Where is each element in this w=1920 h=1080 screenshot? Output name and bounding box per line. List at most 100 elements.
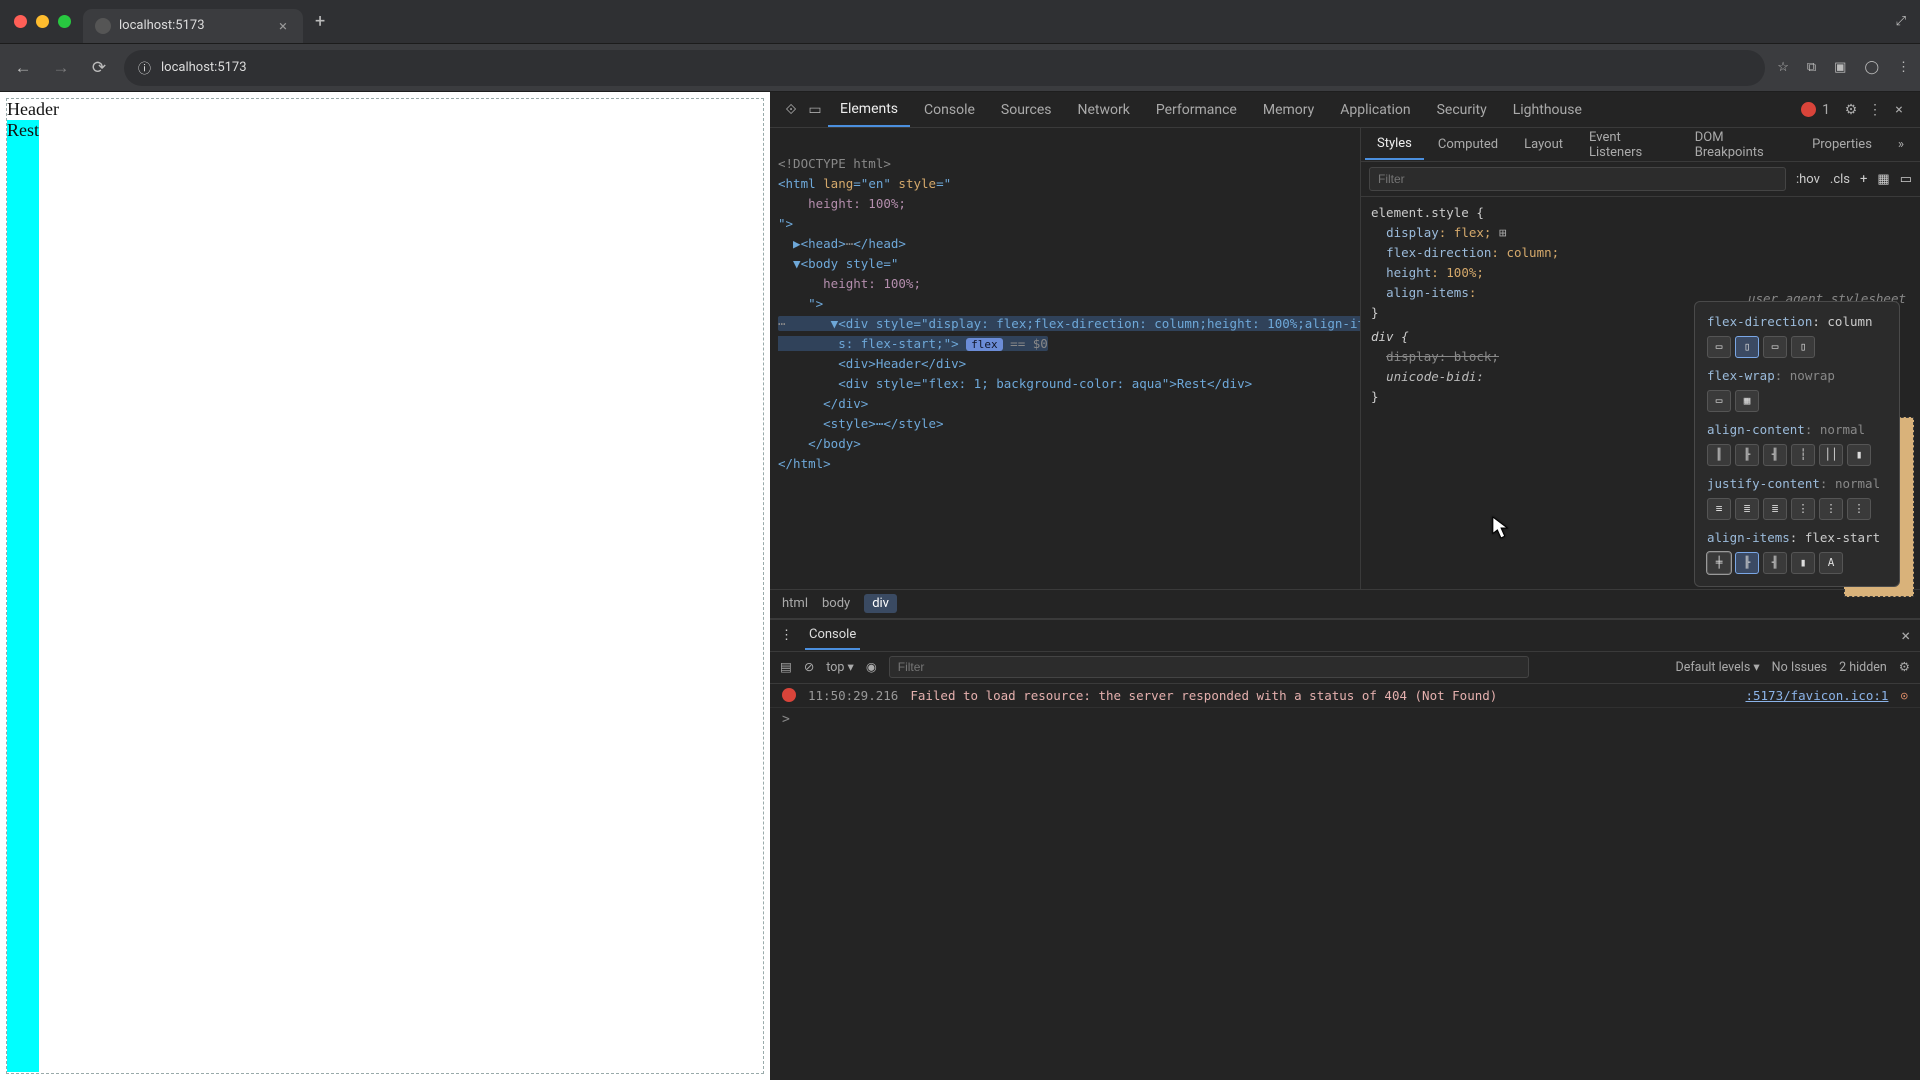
styles-render-icon[interactable]: ▦	[1877, 172, 1889, 187]
elements-dom-tree[interactable]: <!DOCTYPE html> <html lang="en" style=" …	[770, 128, 1360, 589]
tab-performance[interactable]: Performance	[1144, 94, 1249, 126]
ac-space-between-button[interactable]: ││	[1819, 444, 1843, 466]
fw-nowrap-button[interactable]: ▭	[1707, 390, 1731, 412]
jc-start-button[interactable]: ≣	[1735, 498, 1759, 520]
new-rule-button[interactable]: +	[1860, 172, 1867, 187]
ai-end-button[interactable]: ╢	[1763, 552, 1787, 574]
drawer-menu-icon[interactable]: ⋮	[780, 628, 793, 643]
reload-button[interactable]: ⟳	[86, 58, 112, 78]
console-clear-icon[interactable]: ⊘	[804, 659, 814, 675]
sidepanel-icon[interactable]: ▣	[1834, 60, 1846, 75]
console-drawer-close-icon[interactable]: ×	[1901, 626, 1910, 645]
console-live-expr-icon[interactable]: ◉	[866, 659, 877, 675]
tab-close-icon[interactable]: ×	[279, 17, 287, 35]
jc-space-evenly-button[interactable]: ⋮	[1847, 498, 1871, 520]
prop-align-items[interactable]: align-items	[1386, 285, 1469, 300]
selector-div[interactable]: div {	[1371, 329, 1409, 344]
tab-security[interactable]: Security	[1425, 94, 1499, 126]
prop-display-value[interactable]: : flex;	[1439, 225, 1492, 240]
crumb-body[interactable]: body	[822, 596, 850, 611]
ac-end-button[interactable]: ╢	[1763, 444, 1787, 466]
dom-line[interactable]: </div>	[778, 396, 868, 411]
tab-lighthouse[interactable]: Lighthouse	[1501, 94, 1594, 126]
forward-button[interactable]: →	[48, 58, 74, 78]
tab-network[interactable]: Network	[1066, 94, 1142, 126]
console-sidebar-icon[interactable]: ▤	[780, 659, 792, 675]
prop-height-value[interactable]: : 100%;	[1431, 265, 1484, 280]
browser-tab[interactable]: localhost:5173 ×	[83, 9, 303, 43]
log-source-link[interactable]: :5173/favicon.ico:1	[1745, 688, 1888, 703]
site-info-icon[interactable]: ⓘ	[138, 58, 151, 77]
device-toolbar-icon[interactable]: ▭	[804, 102, 826, 118]
styles-tab-styles[interactable]: Styles	[1365, 129, 1424, 160]
selector-element-style[interactable]: element.style {	[1371, 205, 1484, 220]
styles-computed-icon[interactable]: ▭	[1900, 172, 1912, 187]
extensions-icon[interactable]: ⧉	[1807, 60, 1816, 75]
dom-line[interactable]: height: 100%;	[778, 276, 921, 291]
bookmark-star-icon[interactable]: ☆	[1777, 60, 1789, 75]
ai-stretch-button[interactable]: ▮	[1791, 552, 1815, 574]
tab-memory[interactable]: Memory	[1251, 94, 1326, 126]
styles-tab-layout[interactable]: Layout	[1512, 130, 1575, 159]
flex-badge[interactable]: flex	[966, 338, 1003, 351]
dom-line[interactable]: ">	[778, 216, 793, 231]
dom-selected-line[interactable]: ⋯ ▼<div style="display: flex;flex-direct…	[778, 316, 1360, 351]
jc-center-button[interactable]: ≡	[1707, 498, 1731, 520]
dom-line[interactable]: </html>	[778, 456, 831, 471]
styles-tab-more-icon[interactable]: »	[1886, 130, 1916, 159]
fd-row-button[interactable]: ▭	[1707, 336, 1731, 358]
hov-toggle[interactable]: :hov	[1796, 172, 1820, 187]
ai-baseline-button[interactable]: A	[1819, 552, 1843, 574]
ua-prop-display[interactable]: display: block;	[1386, 349, 1499, 364]
flex-editor-icon[interactable]: ⊞	[1499, 225, 1507, 240]
console-drawer-tab[interactable]: Console	[805, 621, 860, 650]
dom-line[interactable]: ▼<body style="	[778, 256, 898, 271]
zoom-window-button[interactable]	[58, 15, 71, 28]
dom-line[interactable]: ▶<head>⋯</head>	[778, 236, 906, 251]
console-filter-input[interactable]	[889, 656, 1529, 678]
console-hidden[interactable]: 2 hidden	[1839, 660, 1887, 675]
profile-avatar-icon[interactable]: ◯	[1864, 60, 1879, 75]
minimize-window-button[interactable]	[36, 15, 49, 28]
fd-row-reverse-button[interactable]: ▭	[1763, 336, 1787, 358]
devtools-more-icon[interactable]: ⋮	[1864, 102, 1886, 118]
browser-menu-icon[interactable]: ⋮	[1897, 60, 1910, 75]
console-log-row[interactable]: 11:50:29.216 Failed to load resource: th…	[770, 684, 1920, 708]
tab-application[interactable]: Application	[1328, 94, 1422, 126]
ac-start-button[interactable]: ╟	[1735, 444, 1759, 466]
window-expand-icon[interactable]: ⤢	[1896, 14, 1906, 29]
dom-line[interactable]: <div>Header</div>	[778, 356, 966, 371]
ac-space-around-button[interactable]: ┆	[1791, 444, 1815, 466]
ac-stretch-button[interactable]: ▮	[1847, 444, 1871, 466]
dom-line[interactable]: <html lang="en" style="	[778, 176, 951, 191]
styles-tab-event-listeners[interactable]: Event Listeners	[1577, 123, 1681, 167]
prop-display[interactable]: display	[1386, 225, 1439, 240]
styles-filter-input[interactable]	[1369, 167, 1786, 191]
prop-height[interactable]: height	[1386, 265, 1431, 280]
prop-align-items-value[interactable]: :	[1469, 285, 1477, 300]
dom-line[interactable]: <div style="flex: 1; background-color: a…	[778, 376, 1252, 391]
inspect-icon[interactable]: ⟐	[780, 102, 802, 118]
fd-column-reverse-button[interactable]: ▯	[1791, 336, 1815, 358]
jc-space-between-button[interactable]: ⋮	[1791, 498, 1815, 520]
jc-space-around-button[interactable]: ⋮	[1819, 498, 1843, 520]
log-nav-icon[interactable]: ⊙	[1900, 688, 1908, 703]
styles-body[interactable]: element.style { display: flex; ⊞ flex-di…	[1361, 197, 1920, 589]
dom-line[interactable]: <!DOCTYPE html>	[778, 156, 891, 171]
dom-line[interactable]: ">	[778, 296, 823, 311]
console-prompt[interactable]: >	[770, 708, 1920, 731]
jc-end-button[interactable]: ≣	[1763, 498, 1787, 520]
devtools-close-icon[interactable]: ×	[1888, 102, 1910, 118]
address-bar[interactable]: ⓘ localhost:5173	[124, 50, 1765, 86]
tab-sources[interactable]: Sources	[989, 94, 1064, 126]
error-counter[interactable]: 1	[1801, 102, 1830, 118]
devtools-settings-icon[interactable]: ⚙	[1840, 102, 1862, 118]
new-tab-button[interactable]: +	[315, 11, 325, 32]
console-settings-icon[interactable]: ⚙	[1899, 659, 1910, 675]
close-window-button[interactable]	[14, 15, 27, 28]
fw-wrap-button[interactable]: ▦	[1735, 390, 1759, 412]
fd-column-button[interactable]: ▯	[1735, 336, 1759, 358]
ai-center-button[interactable]: ╪	[1707, 552, 1731, 574]
cls-toggle[interactable]: .cls	[1830, 172, 1850, 187]
crumb-html[interactable]: html	[782, 596, 808, 611]
